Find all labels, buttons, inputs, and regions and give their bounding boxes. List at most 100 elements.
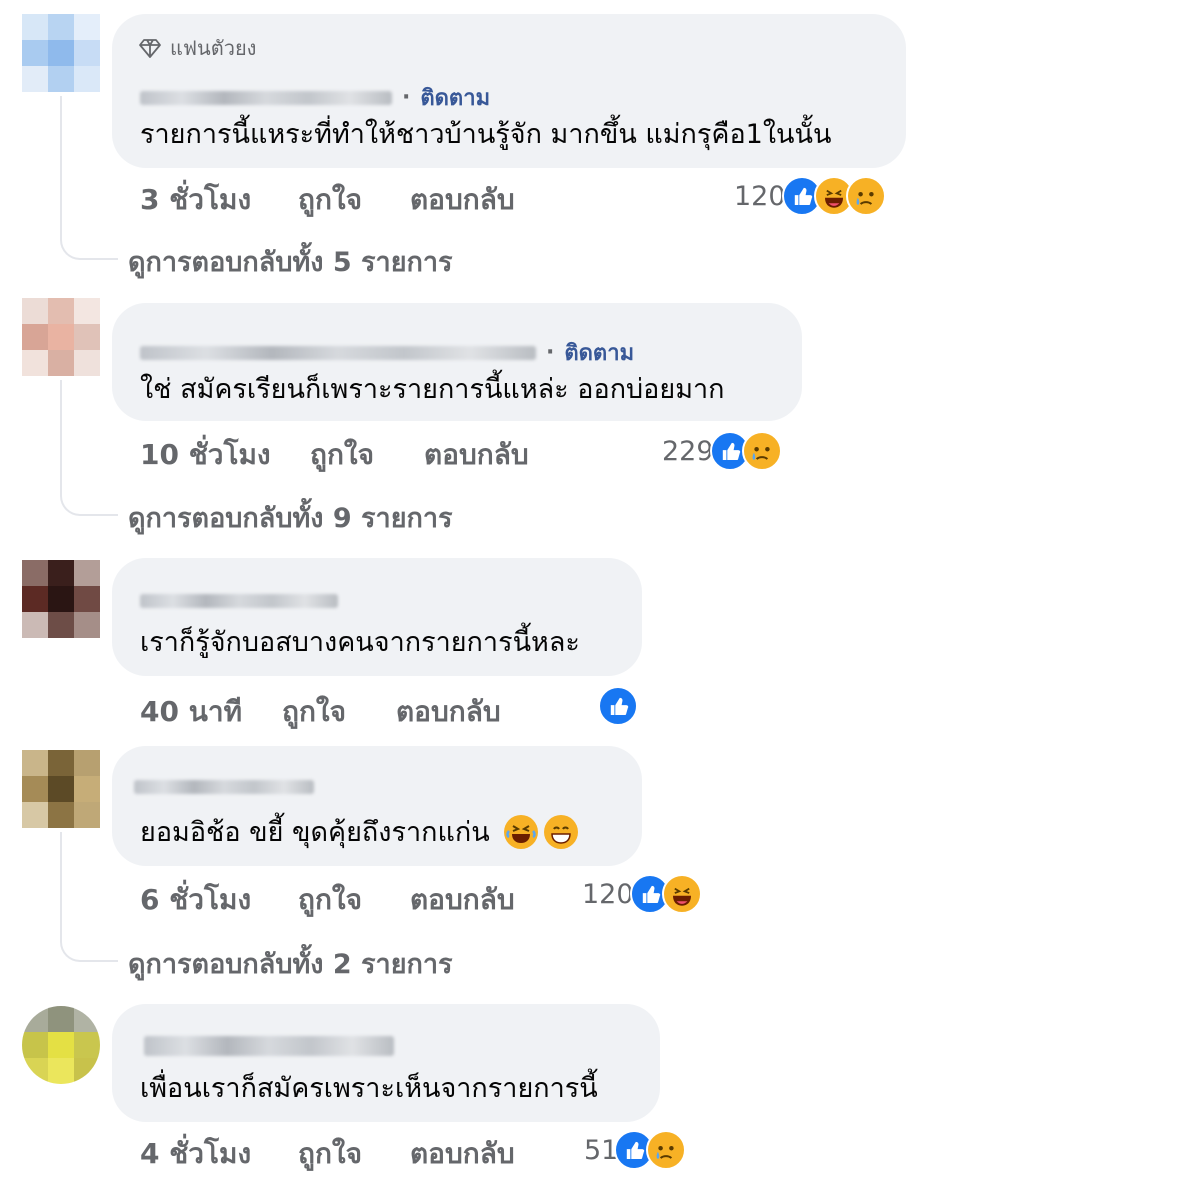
reply-button[interactable]: ตอบกลับ xyxy=(410,178,515,222)
avatar-pixels xyxy=(22,14,100,92)
like-button[interactable]: ถูกใจ xyxy=(310,433,424,477)
view-replies-link[interactable]: ดูการตอบกลับทั้ง 9 รายการ xyxy=(128,496,453,539)
badge-label: แฟนตัวยง xyxy=(170,36,257,60)
avatar-pixel xyxy=(74,14,100,40)
author-name-redacted[interactable] xyxy=(134,780,314,794)
avatar-pixel xyxy=(22,612,48,638)
reply-button[interactable]: ตอบกลับ xyxy=(424,433,529,477)
avatar[interactable] xyxy=(22,750,100,828)
top-fan-badge: แฟนตัวยง xyxy=(138,32,256,64)
view-replies-link[interactable]: ดูการตอบกลับทั้ง 5 รายการ xyxy=(128,240,453,283)
avatar-pixel xyxy=(74,350,100,376)
timestamp[interactable]: 10 ชั่วโมง xyxy=(140,433,310,477)
reply-thread-line xyxy=(60,96,62,236)
like-button[interactable]: ถูกใจ xyxy=(282,690,396,734)
avatar[interactable] xyxy=(22,298,100,376)
reply-thread-line xyxy=(60,380,62,492)
like-button[interactable]: ถูกใจ xyxy=(298,1132,410,1176)
reaction-summary[interactable]: 120 xyxy=(734,176,886,216)
sad-icon xyxy=(845,176,886,216)
sad-icon xyxy=(741,431,782,471)
sad-icon xyxy=(646,1130,687,1170)
timestamp[interactable]: 3 ชั่วโมง xyxy=(140,178,298,222)
author-name-redacted[interactable] xyxy=(140,594,338,608)
comment-bubble: แฟนตัวยง · ติดตาม รายการนี้แหระที่ทำให้ช… xyxy=(112,14,906,168)
avatar-pixel xyxy=(48,1006,74,1032)
avatar-pixel xyxy=(48,1058,74,1084)
comment-text: ยอมอิช้อ ขยี้ ขุดคุ้ยถึงรากแก่น xyxy=(140,810,578,853)
avatar-pixel xyxy=(74,1006,100,1032)
avatar-pixel xyxy=(74,612,100,638)
avatar[interactable] xyxy=(22,14,100,92)
avatar-pixel xyxy=(74,560,100,586)
comment-actions: 6 ชั่วโมง ถูกใจ ตอบกลับ xyxy=(140,878,515,922)
haha-icon xyxy=(661,874,702,914)
avatar-pixel xyxy=(48,802,74,828)
avatar[interactable] xyxy=(22,1006,100,1084)
comment-text: รายการนี้แหระที่ทำให้ชาวบ้านรู้จัก มากขึ… xyxy=(140,119,832,150)
author-name-redacted[interactable] xyxy=(144,1036,394,1056)
author-name-redacted[interactable] xyxy=(140,345,536,360)
avatar-pixel xyxy=(22,586,48,612)
comment-text: เราก็รู้จักบอสบางคนจากรายการนี้หละ xyxy=(140,627,580,658)
rofl-emoji xyxy=(503,814,538,849)
avatar-pixel xyxy=(48,14,74,40)
avatar-pixel xyxy=(74,66,100,92)
like-button[interactable]: ถูกใจ xyxy=(298,178,410,222)
timestamp[interactable]: 40 นาที xyxy=(140,690,282,734)
timestamp[interactable]: 6 ชั่วโมง xyxy=(140,878,298,922)
reaction-count: 120 xyxy=(582,878,634,910)
comment-actions: 10 ชั่วโมง ถูกใจ ตอบกลับ xyxy=(140,433,529,477)
author-row xyxy=(134,780,314,794)
like-button[interactable]: ถูกใจ xyxy=(298,878,410,922)
follow-button[interactable]: ติดตาม xyxy=(420,80,490,115)
avatar-pixel xyxy=(74,776,100,802)
avatar-pixel xyxy=(48,350,74,376)
avatar-pixel xyxy=(48,324,74,350)
comment-bubble: เราก็รู้จักบอสบางคนจากรายการนี้หละ xyxy=(112,558,642,676)
timestamp[interactable]: 4 ชั่วโมง xyxy=(140,1132,298,1176)
reply-button[interactable]: ตอบกลับ xyxy=(396,690,501,734)
avatar-pixel xyxy=(74,40,100,66)
avatar-pixel xyxy=(22,802,48,828)
avatar-pixel xyxy=(22,776,48,802)
avatar-pixel xyxy=(48,298,74,324)
comment-bubble: เพื่อนเราก็สมัครเพราะเห็นจากรายการนี้ xyxy=(112,1004,660,1122)
reaction-summary[interactable]: 120 xyxy=(582,874,702,914)
avatar-pixel xyxy=(74,586,100,612)
avatar-pixel xyxy=(22,1032,48,1058)
avatar-pixel xyxy=(48,40,74,66)
follow-button[interactable]: ติดตาม xyxy=(564,335,634,370)
reply-thread-curve xyxy=(60,938,118,962)
avatar-pixel xyxy=(22,560,48,586)
reaction-count: 229 xyxy=(662,435,714,467)
reply-thread-curve xyxy=(60,492,118,516)
avatar[interactable] xyxy=(22,560,100,638)
avatar-pixel xyxy=(22,1058,48,1084)
comment-actions: 40 นาที ถูกใจ ตอบกลับ xyxy=(140,690,501,734)
comment-actions: 3 ชั่วโมง ถูกใจ ตอบกลับ xyxy=(140,178,515,222)
reaction-summary[interactable]: 229 xyxy=(662,431,782,471)
author-name-redacted[interactable] xyxy=(140,90,392,105)
author-row: · ติดตาม xyxy=(140,80,490,115)
reaction-summary[interactable]: 51 xyxy=(584,1130,687,1170)
avatar-pixel xyxy=(74,1058,100,1084)
avatar-pixels xyxy=(22,560,100,638)
avatar-pixel xyxy=(22,750,48,776)
avatar-pixel xyxy=(74,298,100,324)
comment-text: ใช่ สมัครเรียนก็เพราะรายการนี้แหล่ะ ออกบ… xyxy=(140,374,725,405)
avatar-pixels xyxy=(22,1006,100,1084)
avatar-pixel xyxy=(22,324,48,350)
author-row xyxy=(140,594,338,608)
comment-text: เพื่อนเราก็สมัครเพราะเห็นจากรายการนี้ xyxy=(140,1073,598,1104)
avatar-pixel xyxy=(22,14,48,40)
reply-button[interactable]: ตอบกลับ xyxy=(410,878,515,922)
avatar-pixel xyxy=(22,40,48,66)
reaction-summary[interactable] xyxy=(598,686,638,726)
avatar-pixel xyxy=(22,298,48,324)
reply-thread-line xyxy=(60,832,62,938)
reply-button[interactable]: ตอบกลับ xyxy=(410,1132,515,1176)
view-replies-link[interactable]: ดูการตอบกลับทั้ง 2 รายการ xyxy=(128,942,453,985)
avatar-pixel xyxy=(48,612,74,638)
avatar-pixel xyxy=(74,324,100,350)
